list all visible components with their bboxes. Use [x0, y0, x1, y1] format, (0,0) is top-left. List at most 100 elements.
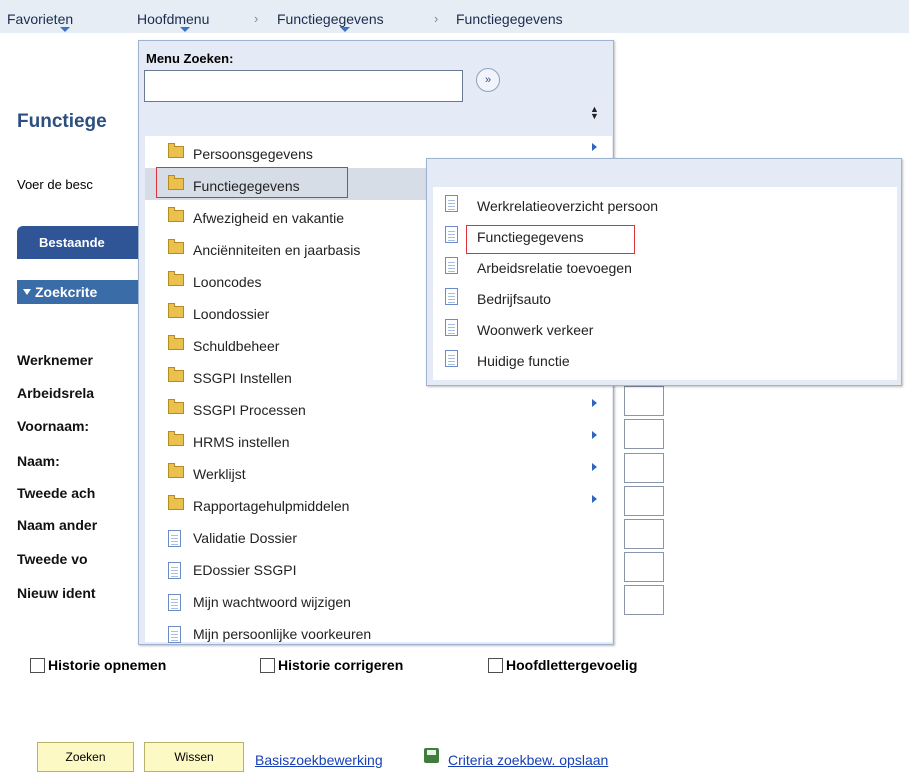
selected-item-highlight — [156, 167, 348, 198]
field-label-name: Naam: — [17, 453, 60, 469]
checkbox-include-history[interactable]: Historie opnemen — [30, 657, 166, 677]
menu-item-werklijst[interactable]: Werklijst — [145, 456, 612, 488]
submenu-item-label: Huidige functie — [477, 353, 570, 369]
case-sensitive-checkbox[interactable] — [488, 658, 503, 673]
menu-item-label: Rapportagehulpmiddelen — [193, 498, 350, 514]
menu-item-hrms-instellen[interactable]: HRMS instellen — [145, 424, 612, 456]
case-sensitive-label: Hoofdlettergevoelig — [506, 657, 638, 673]
clear-button[interactable]: Wissen — [144, 742, 244, 772]
menu-item-label: HRMS instellen — [193, 434, 290, 450]
submenu-arrow-icon — [592, 143, 597, 151]
submenu-item-woonwerk-verkeer[interactable]: Woonwerk verkeer — [433, 311, 897, 343]
submenu-arrow-icon — [592, 431, 597, 439]
page-title: Functiege — [17, 111, 107, 132]
menu-item-persoonlijke-voorkeuren[interactable]: Mijn persoonlijke voorkeuren — [145, 616, 612, 648]
folder-icon — [168, 367, 184, 382]
document-icon — [445, 226, 458, 243]
folder-icon — [168, 431, 184, 446]
favorites-dropdown-icon[interactable] — [60, 27, 70, 32]
second-first-name-input[interactable] — [624, 552, 664, 582]
menu-item-label: Schuldbeheer — [193, 338, 280, 354]
submenu-item-highlight — [466, 225, 635, 254]
folder-icon — [168, 463, 184, 478]
main-menu-dropdown-icon[interactable] — [180, 27, 190, 32]
field-label-second-surname: Tweede ach — [17, 485, 96, 501]
search-button[interactable]: Zoeken — [37, 742, 134, 772]
menu-item-label: Loondossier — [193, 306, 270, 322]
submenu-item-huidige-functie[interactable]: Huidige functie — [433, 342, 897, 374]
menu-item-edossier-ssgpi[interactable]: EDossier SSGPI — [145, 552, 612, 584]
field-label-new-id: Nieuw ident — [17, 585, 96, 601]
folder-icon — [168, 271, 184, 286]
nav-main-menu[interactable]: Hoofdmenu — [137, 11, 209, 27]
page-instructions: Voer de besc — [17, 177, 93, 192]
name-input[interactable] — [624, 453, 664, 483]
submenu-arrow-icon — [592, 399, 597, 407]
menu-search-go-icon[interactable]: » — [476, 68, 500, 92]
submenu-item-werkrelatieoverzicht[interactable]: Werkrelatieoverzicht persoon — [433, 187, 897, 219]
folder-icon — [168, 207, 184, 222]
checkbox-correct-history[interactable]: Historie corrigeren — [260, 657, 403, 677]
field-label-employment: Arbeidsrela — [17, 385, 95, 401]
save-search-criteria-link[interactable]: Criteria zoekbew. opslaan — [448, 752, 608, 768]
document-icon — [168, 562, 181, 579]
folder-icon — [168, 495, 184, 510]
folder-icon — [168, 239, 184, 254]
sort-menu-icon[interactable]: ▲ ▼ — [590, 105, 599, 121]
menu-item-label: Mijn wachtwoord wijzigen — [193, 594, 351, 610]
submenu-list: Werkrelatieoverzicht persoon Functiegege… — [433, 187, 897, 380]
menu-item-label: Looncodes — [193, 274, 262, 290]
field-label-first-name: Voornaam: — [17, 418, 90, 434]
first-name-input[interactable] — [624, 419, 664, 449]
menu-item-rapportagehulpmiddelen[interactable]: Rapportagehulpmiddelen — [145, 488, 612, 520]
menu-item-validatie-dossier[interactable]: Validatie Dossier — [145, 520, 612, 552]
document-icon — [445, 257, 458, 274]
menu-item-label: Werklijst — [193, 466, 246, 482]
employment-input[interactable] — [624, 386, 664, 416]
include-history-checkbox[interactable] — [30, 658, 45, 673]
field-label-second-first-name: Tweede vo — [17, 551, 88, 567]
menu-item-wachtwoord-wijzigen[interactable]: Mijn wachtwoord wijzigen — [145, 584, 612, 616]
search-criteria-label: Zoekcrite — [35, 284, 98, 300]
breadcrumb-item[interactable]: Functiegegevens — [277, 11, 384, 27]
submenu-item-label: Werkrelatieoverzicht persoon — [477, 198, 659, 214]
document-icon — [445, 195, 458, 212]
save-icon[interactable] — [424, 748, 439, 763]
document-icon — [168, 594, 181, 611]
menu-item-label: SSGPI Processen — [193, 402, 306, 418]
document-icon — [168, 530, 181, 547]
field-label-other-name: Naam ander — [17, 517, 98, 533]
new-id-input[interactable] — [624, 585, 664, 615]
menu-item-ssgpi-processen[interactable]: SSGPI Processen — [145, 392, 612, 424]
menu-item-label: Afwezigheid en vakantie — [193, 210, 344, 226]
document-icon — [445, 288, 458, 305]
submenu-arrow-icon — [592, 463, 597, 471]
correct-history-label: Historie corrigeren — [278, 657, 404, 673]
submenu-item-bedrijfsauto[interactable]: Bedrijfsauto — [433, 280, 897, 312]
checkbox-case-sensitive[interactable]: Hoofdlettergevoelig — [488, 657, 637, 677]
menu-item-label: Validatie Dossier — [193, 530, 298, 546]
menu-search-input[interactable] — [144, 70, 463, 102]
submenu-arrow-icon — [592, 495, 597, 503]
correct-history-checkbox[interactable] — [260, 658, 275, 673]
submenu-item-label: Woonwerk verkeer — [477, 322, 594, 338]
nav-favorites[interactable]: Favorieten — [7, 11, 73, 27]
basic-search-link[interactable]: Basiszoekbewerking — [255, 752, 383, 768]
second-surname-input[interactable] — [624, 486, 664, 516]
top-nav-bar: Favorieten Hoofdmenu › Functiegegevens ›… — [0, 0, 909, 33]
field-label-employee: Werknemer — [17, 352, 94, 368]
folder-icon — [168, 399, 184, 414]
breadcrumb-item-current: Functiegegevens — [456, 11, 563, 27]
folder-icon — [168, 335, 184, 350]
folder-icon — [168, 143, 184, 158]
submenu-item-label: Bedrijfsauto — [477, 291, 551, 307]
menu-item-label: EDossier SSGPI — [193, 562, 297, 578]
submenu-item-label: Arbeidsrelatie toevoegen — [477, 260, 632, 276]
folder-icon — [168, 303, 184, 318]
menu-item-label: Mijn persoonlijke voorkeuren — [193, 626, 372, 642]
other-name-input[interactable] — [624, 519, 664, 549]
breadcrumb-dropdown-icon[interactable] — [340, 27, 350, 32]
collapse-triangle-icon — [23, 289, 31, 295]
breadcrumb-separator-icon: › — [254, 11, 259, 26]
menu-search-label: Menu Zoeken: — [146, 51, 234, 66]
